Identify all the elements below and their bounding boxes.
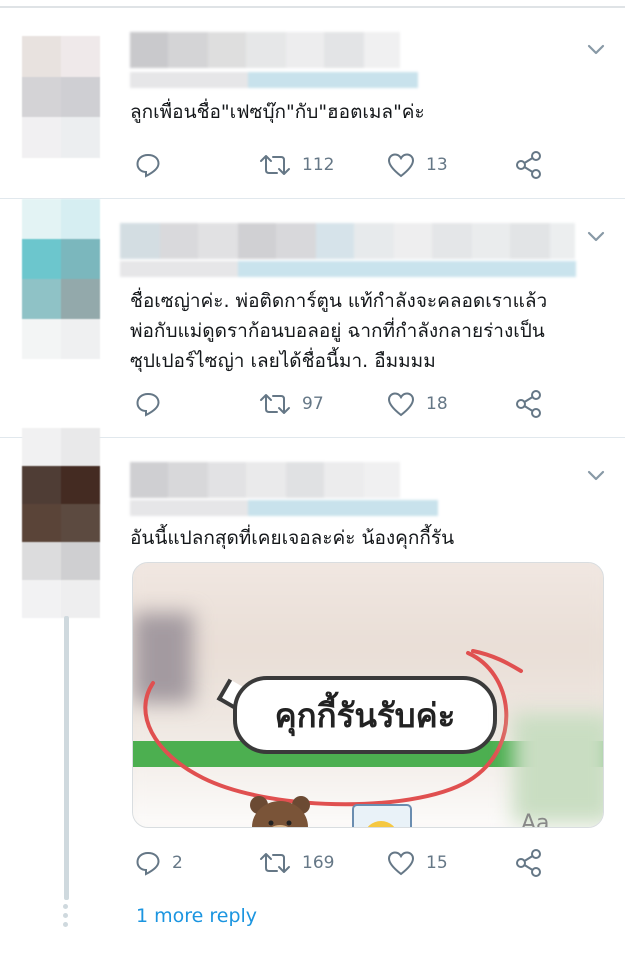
- handle-blurred: [130, 72, 418, 88]
- avatar[interactable]: [22, 199, 100, 359]
- thread-dots: [63, 904, 69, 931]
- handle-blurred: [130, 500, 438, 516]
- share-button[interactable]: [514, 387, 544, 421]
- reply-icon: [136, 392, 160, 417]
- heart-icon: [387, 392, 415, 417]
- reply-count: 2: [172, 853, 183, 873]
- keyboard-aa-label: Aa: [521, 811, 550, 828]
- reply-icon: [136, 153, 160, 178]
- retweet-button[interactable]: 169: [258, 846, 334, 880]
- like-count: 18: [426, 394, 448, 414]
- like-count: 13: [426, 155, 448, 175]
- share-button[interactable]: [514, 846, 544, 880]
- retweet-button[interactable]: 97: [258, 387, 324, 421]
- chevron-down-icon[interactable]: [585, 464, 607, 486]
- more-replies-link[interactable]: 1 more reply: [136, 905, 257, 927]
- tweet-text: ชื่อเซญ่าค่ะ. พ่อติดการ์ตูน แท้กำลังจะคล…: [130, 286, 610, 376]
- tweet-text-line: พ่อกับแม่ดูดราก้อนบอลอยู่ ฉากที่กำลังกลา…: [130, 320, 545, 342]
- tweet-text: อันนี้แปลกสุดที่เคยเจอละค่ะ น้องคุกกี้รั…: [130, 527, 455, 549]
- share-icon: [516, 849, 541, 877]
- reply-icon: [136, 851, 160, 876]
- retweet-icon: [260, 853, 290, 873]
- chevron-down-icon[interactable]: [585, 38, 607, 60]
- tweet-text: ลูกเพื่อนชื่อ"เฟซบุ๊ก"กับ"ฮอตเมล"ค่ะ: [130, 101, 425, 123]
- like-button[interactable]: 18: [386, 387, 448, 421]
- retweet-icon: [260, 155, 290, 175]
- heart-icon: [387, 851, 415, 876]
- share-button[interactable]: [514, 148, 544, 182]
- avatar[interactable]: [22, 36, 100, 158]
- retweet-count: 97: [302, 394, 324, 414]
- like-button[interactable]: 13: [386, 148, 448, 182]
- like-button[interactable]: 15: [386, 846, 448, 880]
- display-name-blurred[interactable]: [130, 462, 400, 498]
- tweet-actions: 2 169 15: [130, 846, 560, 880]
- share-icon: [516, 390, 541, 418]
- share-icon: [516, 151, 541, 179]
- heart-icon: [387, 153, 415, 178]
- retweet-button[interactable]: 112: [258, 148, 334, 182]
- media-blur-region: [513, 713, 603, 823]
- tweet-actions: 97 18: [130, 387, 560, 421]
- display-name-blurred[interactable]: [130, 32, 400, 68]
- brown-bear-sticker-icon: [250, 796, 310, 827]
- reply-button[interactable]: [134, 148, 172, 182]
- retweet-icon: [260, 394, 290, 414]
- display-name-blurred[interactable]: [120, 223, 575, 259]
- reply-button[interactable]: [134, 387, 172, 421]
- tweet-text-line: ซุปเปอร์ไซญ่า เลยได้ชื่อนี้มา. อืมมมม: [130, 350, 436, 372]
- tweet-2[interactable]: ชื่อเซญ่าค่ะ. พ่อติดการ์ตูน แท้กำลังจะคล…: [0, 199, 625, 437]
- yellow-chick-sticker-icon: [352, 804, 412, 827]
- tweet-text-line: ชื่อเซญ่าค่ะ. พ่อติดการ์ตูน แท้กำลังจะคล…: [130, 290, 548, 312]
- chevron-down-icon[interactable]: [585, 225, 607, 247]
- retweet-count: 112: [302, 155, 335, 175]
- tweet-1[interactable]: ลูกเพื่อนชื่อ"เฟซบุ๊ก"กับ"ฮอตเมล"ค่ะ 112…: [0, 8, 625, 198]
- tweet-actions: 112 13: [130, 148, 560, 182]
- reply-button[interactable]: 2: [134, 846, 183, 880]
- thread-connector-line: [64, 616, 69, 900]
- tweet-media-image[interactable]: คุกกี้รันรับค่ะ Aa: [132, 562, 604, 828]
- handle-blurred: [120, 261, 576, 277]
- avatar[interactable]: [22, 428, 100, 618]
- retweet-count: 169: [302, 853, 335, 873]
- like-count: 15: [426, 853, 448, 873]
